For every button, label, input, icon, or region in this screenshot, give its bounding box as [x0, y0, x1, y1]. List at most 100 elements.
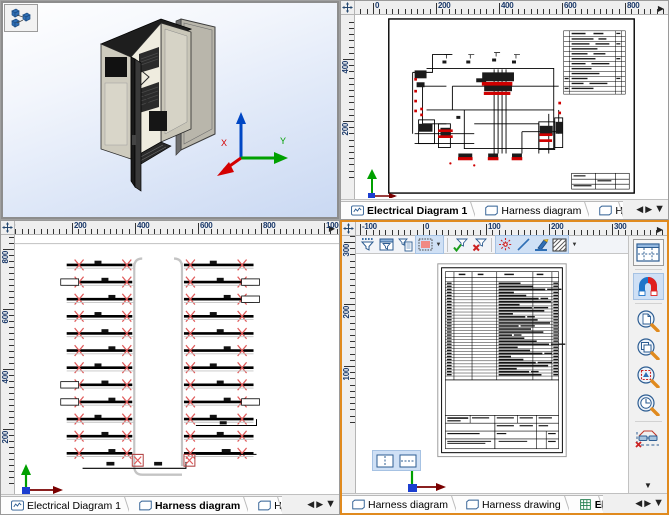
view-mode-toggle[interactable]: [372, 450, 421, 471]
sheet-tab-bar[interactable]: Harness diagram Harness drawing Electr ◀▶▼: [342, 493, 667, 513]
sheet-tab-2[interactable]: Harness diagram: [475, 201, 599, 219]
tab-next-icon[interactable]: ▶: [644, 499, 651, 508]
sheet-tab-3[interactable]: Electr: [568, 495, 603, 513]
sheet-tab-3[interactable]: H: [589, 201, 624, 219]
tab-navigation[interactable]: ◀ ▶ ▼: [304, 496, 339, 514]
table-row: [446, 373, 452, 376]
tab-navigation[interactable]: ◀ ▶ ▼: [633, 201, 668, 219]
sheet-tab-1[interactable]: Electrical Diagram 1: [341, 201, 485, 219]
ruler-minor-tick: [350, 353, 355, 355]
sheet-tab-1[interactable]: Electrical Diagram 1: [1, 496, 138, 514]
drawing-canvas[interactable]: [356, 254, 628, 493]
tab-list-icon[interactable]: ▼: [325, 499, 336, 510]
table-row: [553, 343, 559, 345]
clear-filter-button[interactable]: [470, 236, 488, 253]
snap-tools-group[interactable]: [495, 235, 569, 254]
vertical-ruler[interactable]: ▼ 300200100: [342, 236, 356, 513]
view-dashed-button[interactable]: [397, 452, 419, 469]
ruler-minor-tick: [286, 229, 288, 234]
sheet-tab-bar[interactable]: Electrical Diagram 1 Harness diagram Ha ◀▶▼: [1, 494, 339, 514]
zoom-previous-icon: [637, 393, 660, 416]
harness-branch: [216, 277, 224, 282]
sidebar-separator: [634, 269, 662, 270]
ruler-minor-tick: [467, 9, 469, 14]
layout-grid-button[interactable]: [632, 239, 664, 266]
zoom-window-button[interactable]: [633, 335, 664, 362]
configurations-button[interactable]: [4, 4, 38, 32]
ruler-minor-tick: [656, 9, 658, 14]
tab-navigation[interactable]: ◀ ▶ ▼: [632, 495, 667, 513]
filter-list-button[interactable]: [396, 236, 414, 253]
tab-next-icon[interactable]: ▶: [645, 205, 652, 214]
point-snap-button[interactable]: [496, 236, 514, 253]
filter-button[interactable]: [358, 236, 376, 253]
sheet-tab-bar[interactable]: Electrical Diagram 1 Harness diagram H ◀ ▶ ▼: [341, 199, 668, 219]
ruler-minor-tick: [254, 229, 256, 234]
fill-color-group[interactable]: ▼: [415, 235, 444, 254]
ruler-minor-tick: [9, 471, 14, 472]
panel-harness-drawing[interactable]: ▶ -1000100200300 ▼ 300200100: [340, 220, 669, 515]
panel-3d-view[interactable]: Y X: [0, 0, 340, 220]
fill-color-dropdown[interactable]: ▼: [434, 237, 443, 253]
ruler-minor-tick: [349, 46, 354, 48]
zoom-page-button[interactable]: [633, 307, 664, 334]
drawing-tools-sidebar[interactable]: ▼: [628, 236, 667, 493]
ruler-minor-tick: [593, 9, 595, 14]
ruler-origin-corner[interactable]: [1, 221, 15, 235]
ruler-minor-tick: [448, 230, 450, 235]
sheet-tab-1[interactable]: Harness diagram: [342, 495, 465, 513]
view-split-vertical-button[interactable]: [374, 452, 396, 469]
tab-prev-icon[interactable]: ◀: [636, 205, 643, 214]
line-snap-button[interactable]: [514, 236, 532, 253]
sheet-tab-3[interactable]: Ha: [248, 496, 283, 514]
ruler-minor-tick: [349, 34, 354, 36]
ruler-minor-tick: [27, 229, 29, 234]
vertical-ruler[interactable]: ▼ 800600400200: [1, 235, 15, 514]
viewport-3d[interactable]: Y X: [1, 1, 339, 219]
hidden-line-button[interactable]: [633, 425, 664, 452]
panel-electrical-diagram[interactable]: ▶ 0200400600800 ▼ 400200: [340, 0, 669, 220]
ruler-minor-tick: [349, 139, 354, 141]
ruler-tick: [3, 369, 14, 370]
ruler-origin-corner[interactable]: [342, 222, 356, 236]
ruler-minor-tick: [9, 267, 14, 268]
tab-list-icon[interactable]: ▼: [654, 204, 665, 215]
zoom-previous-button[interactable]: [633, 391, 664, 418]
ruler-minor-tick: [404, 230, 406, 235]
fill-color-button[interactable]: [416, 236, 434, 253]
horizontal-ruler[interactable]: ▶ 0 200 400 600 800: [341, 1, 668, 15]
ruler-origin-corner[interactable]: [341, 1, 355, 15]
zoom-selection-button[interactable]: [633, 363, 664, 390]
table-row: [446, 334, 452, 336]
tab-next-icon[interactable]: ▶: [316, 500, 323, 509]
vertical-ruler[interactable]: ▼ 400200: [341, 15, 355, 219]
panel-harness-diagram[interactable]: ▶ 02004006008001000 ▼ 800600400200: [0, 220, 340, 515]
hatch-button[interactable]: [550, 236, 568, 253]
drawing-toolbar[interactable]: ▼ ▼: [356, 235, 628, 254]
harness-branch: [216, 380, 224, 384]
schematic-canvas[interactable]: [355, 15, 668, 199]
tab-prev-icon[interactable]: ◀: [635, 499, 642, 508]
ruler-minor-tick: [216, 229, 218, 234]
table-row: [553, 328, 559, 330]
ruler-minor-tick: [480, 9, 482, 14]
sheet-tab-2[interactable]: Harness diagram: [128, 496, 258, 514]
sheet-tab-label: Harness diagram: [154, 499, 241, 512]
apply-filter-button[interactable]: [451, 236, 469, 253]
ruler-minor-tick: [9, 273, 14, 274]
ruler-minor-tick: [631, 9, 633, 14]
filter-window-button[interactable]: [377, 236, 395, 253]
tab-prev-icon[interactable]: ◀: [307, 500, 314, 509]
sidebar-more-button[interactable]: ▼: [644, 481, 652, 490]
pick-style-button[interactable]: [532, 236, 550, 253]
drawing-origin-marker: [21, 464, 63, 494]
magnet-snap-button[interactable]: [632, 273, 664, 300]
harness-canvas[interactable]: [15, 235, 339, 494]
horizontal-ruler[interactable]: ▶ 02004006008001000: [1, 221, 339, 235]
ruler-minor-tick: [350, 279, 355, 281]
snap-tools-dropdown[interactable]: ▼: [570, 237, 579, 253]
horizontal-ruler[interactable]: ▶ -100 0 100 200 300: [342, 222, 667, 236]
tab-list-icon[interactable]: ▼: [653, 498, 664, 509]
sheet-tab-2[interactable]: Harness drawing: [455, 495, 578, 513]
ruler-minor-tick: [350, 316, 355, 318]
